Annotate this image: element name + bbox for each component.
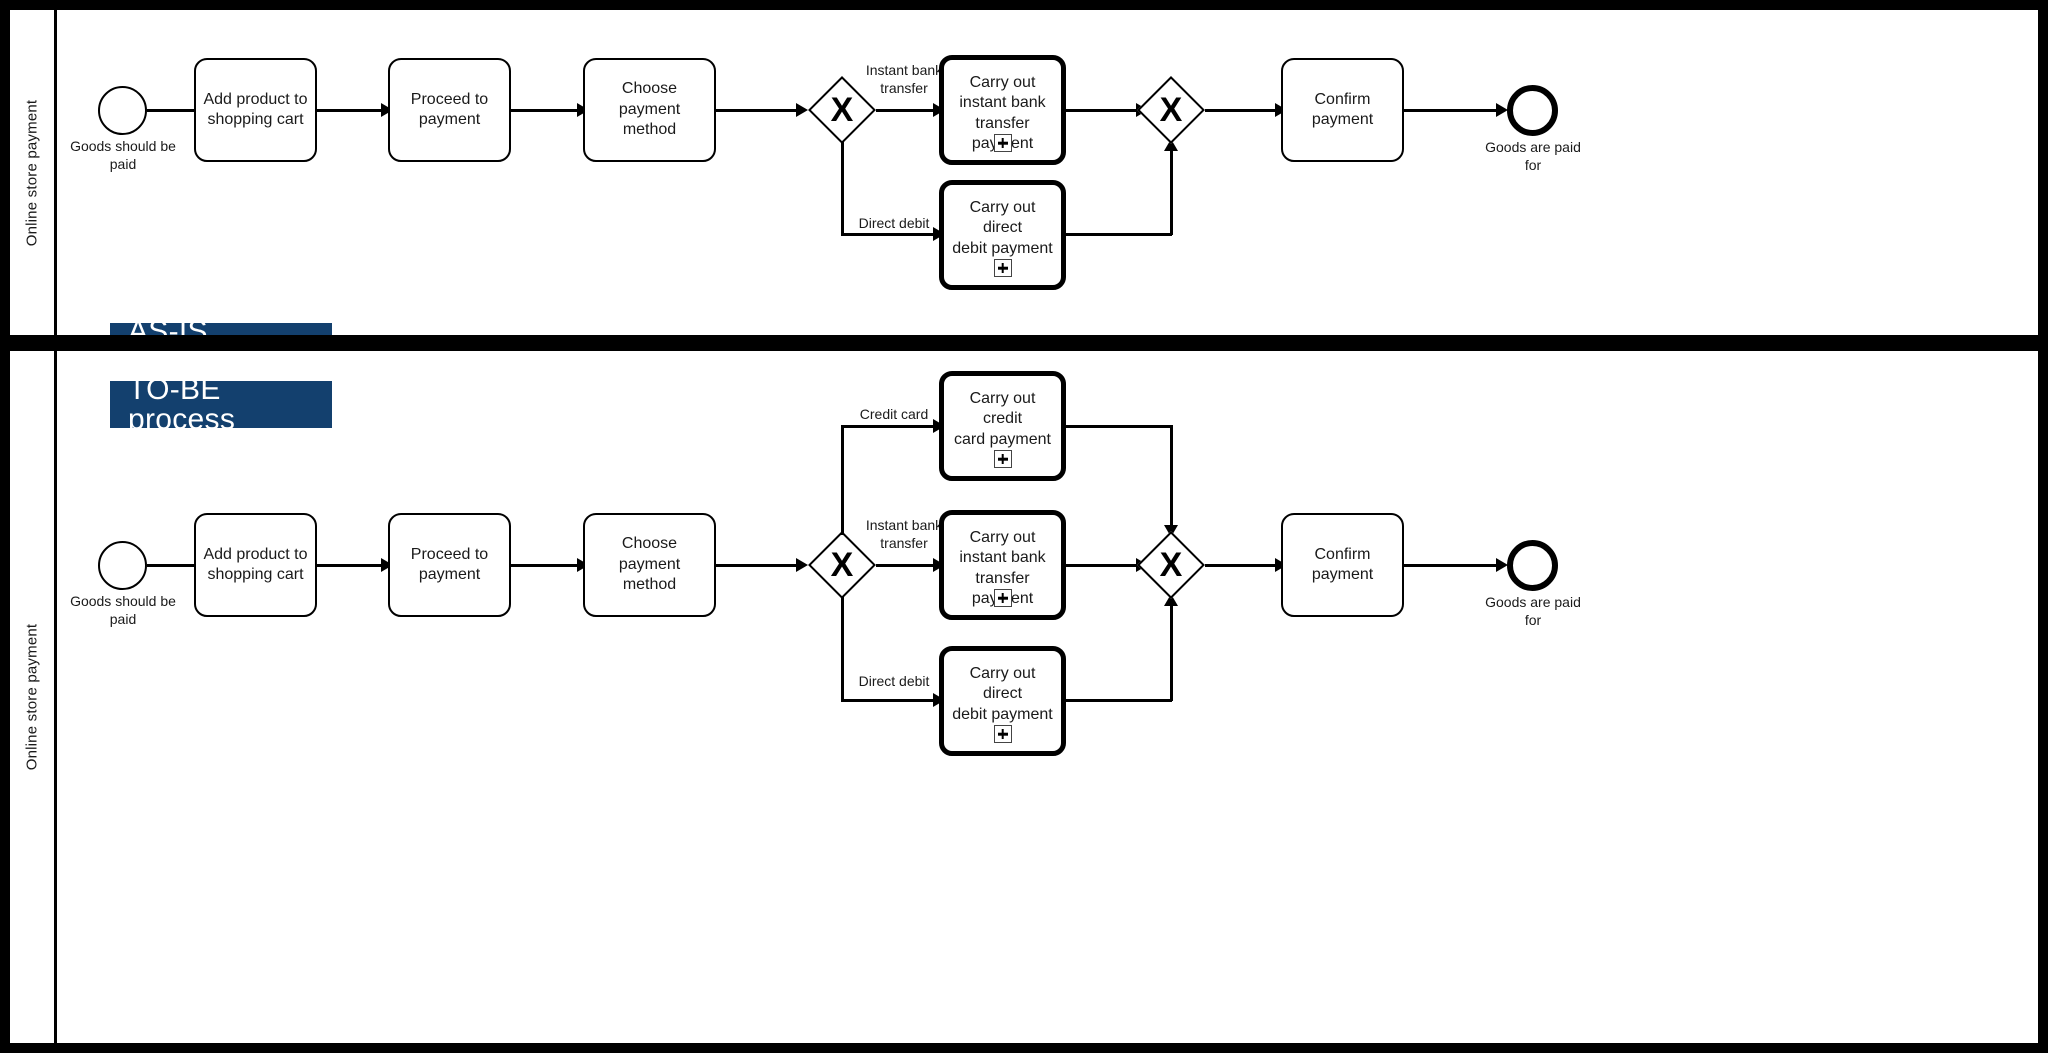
flow-proceed-to-choose-as-is [511,109,583,112]
gateway-merge-to-be[interactable]: X [1137,531,1205,599]
subprocess-credit-card-to-be[interactable]: Carry out credit card payment [939,371,1066,481]
lane-header-label-as-is: Online store payment [23,99,41,246]
flow-gateway-to-instant-as-is [876,109,939,112]
flow-credit-down-to-be [1170,425,1173,529]
arrowhead-choose-to-gateway-to-be [796,558,808,572]
flow-direct-up-to-be [1170,603,1173,701]
task-choose-method-label-to-be: Choose payment method [618,535,681,594]
end-event-label-to-be: Goods are paid for [1485,594,1581,628]
end-event-label-as-is: Goods are paid for [1485,139,1581,173]
task-choose-method-to-be[interactable]: Choose payment method [583,513,716,617]
lane-header-as-is: Online store payment [10,10,57,335]
gateway-split-marker-as-is: X [830,91,854,129]
flow-direct-right-as-is [1066,233,1172,236]
subprocess-expand-plus-icon-to-be-credit[interactable] [993,450,1012,468]
gateway-merge-marker-as-is: X [1159,91,1183,129]
flow-label-direct-as-is: Direct debit [858,215,930,231]
task-add-product-to-be[interactable]: Add product to shopping cart [194,513,317,617]
lane-body-as-is: AS-IS process Goods should be paid Add p… [57,10,2038,335]
subprocess-direct-debit-to-be[interactable]: Carry out direct debit payment [939,646,1066,756]
pool-to-be: Online store payment TO-BE process Goods… [10,351,2038,1043]
task-proceed-label-to-be: Proceed to payment [410,545,489,583]
subprocess-direct-debit-label-as-is: Carry out direct debit payment [952,199,1053,257]
flow-up-to-credit-to-be [841,425,939,428]
flow-down-to-direct-as-is [841,233,939,236]
subprocess-expand-plus-icon-as-is-instant[interactable] [993,134,1012,152]
flow-confirm-to-end-to-be [1404,564,1502,567]
subprocess-credit-card-label-to-be: Carry out credit card payment [954,390,1051,448]
flow-add-to-proceed-as-is [317,109,387,112]
flow-choose-to-gateway-to-be [716,564,802,567]
end-event-to-be[interactable] [1507,540,1558,591]
gateway-merge-marker-to-be: X [1159,546,1183,584]
task-proceed-as-is[interactable]: Proceed to payment [388,58,511,162]
subprocess-direct-debit-label-to-be: Carry out direct debit payment [952,665,1053,723]
lane-header-label-to-be: Online store payment [23,623,41,771]
flow-direct-right-to-be [1066,699,1172,702]
task-add-product-label-to-be: Add product to shopping cart [203,545,308,583]
lane-body-to-be: TO-BE process Goods should be paid Add p… [57,351,2038,1043]
arrowhead-choose-to-gateway-as-is [796,103,808,117]
flow-gateway-to-instant-to-be [876,564,939,567]
subprocess-direct-debit-as-is[interactable]: Carry out direct debit payment [939,180,1066,290]
badge-as-is: AS-IS process [110,316,332,335]
flow-merge-to-confirm-as-is [1205,109,1281,112]
diagram-canvas: Online store payment AS-IS process Goods… [0,0,2048,1053]
gateway-split-marker-to-be: X [830,546,854,584]
flow-direct-up-as-is [1170,148,1173,235]
gateway-merge-as-is[interactable]: X [1137,76,1205,144]
flow-down-to-direct-to-be [841,699,939,702]
start-event-label-to-be: Goods should be paid [70,593,176,627]
flow-choose-to-gateway-as-is [716,109,802,112]
task-choose-method-label-as-is: Choose payment method [618,80,681,139]
subprocess-expand-plus-icon-to-be-instant[interactable] [993,589,1012,607]
flow-instant-to-merge-to-be [1066,564,1142,567]
start-event-as-is[interactable] [98,86,147,135]
start-event-to-be[interactable] [98,541,147,590]
subprocess-expand-plus-icon-to-be-direct[interactable] [993,725,1012,743]
task-confirm-payment-as-is[interactable]: Confirm payment [1281,58,1404,162]
flow-merge-to-confirm-to-be [1205,564,1281,567]
end-event-as-is[interactable] [1507,85,1558,136]
lane-header-to-be: Online store payment [10,351,57,1043]
flow-add-to-proceed-to-be [317,564,387,567]
subprocess-expand-plus-icon-as-is-direct[interactable] [993,259,1012,277]
pool-as-is: Online store payment AS-IS process Goods… [10,10,2038,335]
task-add-product-as-is[interactable]: Add product to shopping cart [194,58,317,162]
flow-confirm-to-end-as-is [1404,109,1502,112]
task-choose-method-as-is[interactable]: Choose payment method [583,58,716,162]
task-confirm-payment-label-as-is: Confirm payment [1311,90,1374,128]
task-add-product-label-as-is: Add product to shopping cart [203,90,308,128]
task-confirm-payment-label-to-be: Confirm payment [1311,545,1374,583]
task-confirm-payment-to-be[interactable]: Confirm payment [1281,513,1404,617]
task-proceed-label-as-is: Proceed to payment [410,90,489,128]
flow-label-direct-to-be: Direct debit [858,673,930,689]
flow-instant-to-merge-as-is [1066,109,1142,112]
task-proceed-to-be[interactable]: Proceed to payment [388,513,511,617]
flow-label-credit-to-be: Credit card [859,406,929,422]
subprocess-instant-transfer-as-is[interactable]: Carry out instant bank transfer payment [939,55,1066,165]
flow-proceed-to-choose-to-be [511,564,583,567]
start-event-label-as-is: Goods should be paid [70,138,176,172]
flow-credit-right-to-be [1066,425,1172,428]
subprocess-instant-transfer-to-be[interactable]: Carry out instant bank transfer payment [939,510,1066,620]
badge-to-be: TO-BE process [110,374,332,434]
